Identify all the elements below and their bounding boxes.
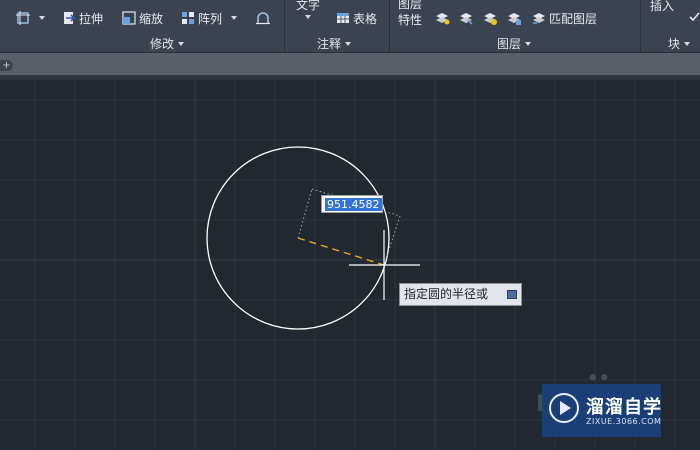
prompt-text: 指定圆的半径或 bbox=[404, 287, 489, 301]
radius-line bbox=[297, 237, 385, 266]
layer-lock-icon[interactable] bbox=[508, 13, 521, 25]
match-layer-button[interactable]: 匹配图层 bbox=[532, 8, 597, 28]
panel-separator bbox=[640, 0, 641, 52]
brand-url: ZIXUE.3066.COM bbox=[586, 417, 662, 426]
stretch-icon bbox=[64, 12, 76, 24]
join-tool-button[interactable] bbox=[256, 8, 270, 28]
stretch-label: 拉伸 bbox=[79, 11, 104, 26]
prompt-options-icon[interactable] bbox=[507, 290, 517, 299]
layer-properties-label-line1: 图层 bbox=[398, 0, 423, 11]
play-logo-icon bbox=[549, 393, 579, 423]
modify-panel-title[interactable]: 修改 bbox=[150, 35, 185, 52]
chevron-down-icon bbox=[305, 15, 311, 19]
ribbon: 拉伸 缩放 阵列 文字 表格 图层 特性 匹配图层 插入 修改 注释 图层 块 bbox=[0, 0, 700, 53]
array-label: 阵列 bbox=[198, 11, 223, 26]
document-tab-strip: + bbox=[0, 53, 700, 75]
clip-tool-button[interactable] bbox=[16, 8, 45, 28]
chevron-down-icon bbox=[39, 16, 45, 20]
chevron-down-icon bbox=[178, 41, 185, 46]
layer-isolate-icon[interactable] bbox=[436, 13, 450, 25]
join-icon bbox=[256, 12, 270, 25]
dynamic-input-value: 951.4582 bbox=[325, 198, 382, 211]
block-edit-icon[interactable] bbox=[688, 10, 700, 24]
brand-watermark: 溜溜自学 ZIXUE.3066.COM bbox=[542, 384, 661, 437]
clip-icon bbox=[16, 11, 30, 25]
table-icon bbox=[337, 13, 349, 23]
chevron-down-icon bbox=[231, 16, 238, 20]
layer-freeze-icon[interactable] bbox=[484, 13, 497, 25]
scale-button[interactable]: 缩放 bbox=[122, 8, 163, 28]
match-layer-icon bbox=[533, 13, 545, 24]
table-label: 表格 bbox=[353, 11, 378, 26]
chevron-down-icon bbox=[525, 41, 532, 46]
chevron-down-icon bbox=[684, 41, 691, 46]
panel-separator bbox=[389, 0, 390, 52]
insert-label: 插入 bbox=[650, 0, 675, 13]
text-label: 文字 bbox=[296, 0, 321, 12]
layer-properties-label-line2: 特性 bbox=[398, 13, 423, 27]
array-button[interactable]: 阵列 bbox=[181, 8, 238, 28]
layer-unisolate-icon[interactable] bbox=[460, 13, 473, 25]
layers-panel-title[interactable]: 图层 bbox=[497, 35, 532, 52]
chevron-down-icon bbox=[345, 41, 352, 46]
new-tab-button[interactable]: + bbox=[0, 60, 13, 71]
table-button[interactable]: 表格 bbox=[336, 8, 377, 28]
text-button[interactable]: 文字 bbox=[296, 0, 320, 19]
block-panel-title[interactable]: 块 bbox=[668, 35, 691, 52]
brand-name: 溜溜自学 bbox=[586, 397, 662, 418]
layer-tool-icons bbox=[436, 13, 521, 25]
annotation-panel-title[interactable]: 注释 bbox=[317, 35, 352, 52]
scale-label: 缩放 bbox=[139, 11, 164, 26]
panel-separator bbox=[284, 0, 285, 52]
dynamic-input-field[interactable]: 951.4582 bbox=[321, 195, 383, 213]
layer-properties-button[interactable]: 图层 特性 bbox=[398, 0, 422, 28]
stretch-button[interactable]: 拉伸 bbox=[62, 8, 103, 28]
insert-block-button[interactable]: 插入 bbox=[650, 0, 674, 15]
array-icon bbox=[182, 12, 194, 24]
scale-icon bbox=[122, 11, 136, 25]
match-layer-label: 匹配图层 bbox=[549, 11, 598, 26]
command-prompt-tooltip: 指定圆的半径或 bbox=[399, 283, 522, 306]
